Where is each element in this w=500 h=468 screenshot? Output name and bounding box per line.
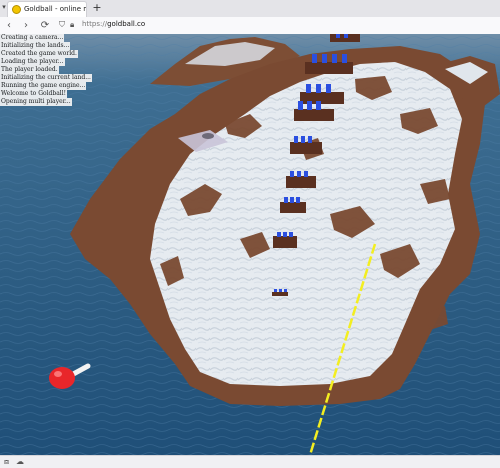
tab-goldball[interactable]: Goldball - online multiplay — [7, 1, 87, 17]
log-line: Created the game world. — [0, 50, 78, 58]
tab-strip: ▾ Goldball - online multiplay + — [0, 0, 500, 18]
log-line: The player loaded. — [0, 66, 59, 74]
game-log: Creating a camera... Initializing the la… — [0, 34, 92, 106]
game-canvas[interactable]: Creating a camera... Initializing the la… — [0, 34, 500, 455]
screenshot-icon[interactable]: ⧈ — [4, 457, 9, 467]
cloud-icon[interactable]: ☁︎ — [16, 457, 24, 466]
platform — [272, 289, 288, 296]
log-line: Welcome to Goldball! — [0, 90, 68, 98]
log-line: Initializing the lands... — [0, 42, 71, 50]
url-bar[interactable]: ⛉ 🔒︎ https://goldball.co — [56, 19, 496, 32]
tab-title: Goldball - online multiplay — [24, 5, 86, 13]
log-line: Running the game engine... — [0, 82, 87, 90]
new-tab-button[interactable]: + — [91, 2, 103, 14]
forward-button[interactable]: › — [19, 19, 33, 32]
log-line: Creating a camera... — [0, 34, 65, 42]
lock-icon[interactable]: 🔒︎ — [70, 20, 74, 30]
log-line: Opening multi player... — [0, 98, 72, 106]
log-line: Initializing the current land... — [0, 74, 92, 82]
platform — [330, 34, 360, 42]
url-text: https://goldball.co — [82, 20, 146, 28]
reload-button[interactable]: ⟳ — [38, 19, 52, 32]
goldball-favicon-icon — [12, 5, 21, 14]
log-line: Loading the player... — [0, 58, 65, 66]
back-button[interactable]: ‹ — [2, 19, 16, 32]
status-strip: ⧈ ☁︎ — [0, 455, 500, 468]
navigation-bar: ‹ › ⟳ ⛉ 🔒︎ https://goldball.co — [0, 17, 500, 35]
shield-icon[interactable]: ⛉ — [59, 20, 65, 30]
